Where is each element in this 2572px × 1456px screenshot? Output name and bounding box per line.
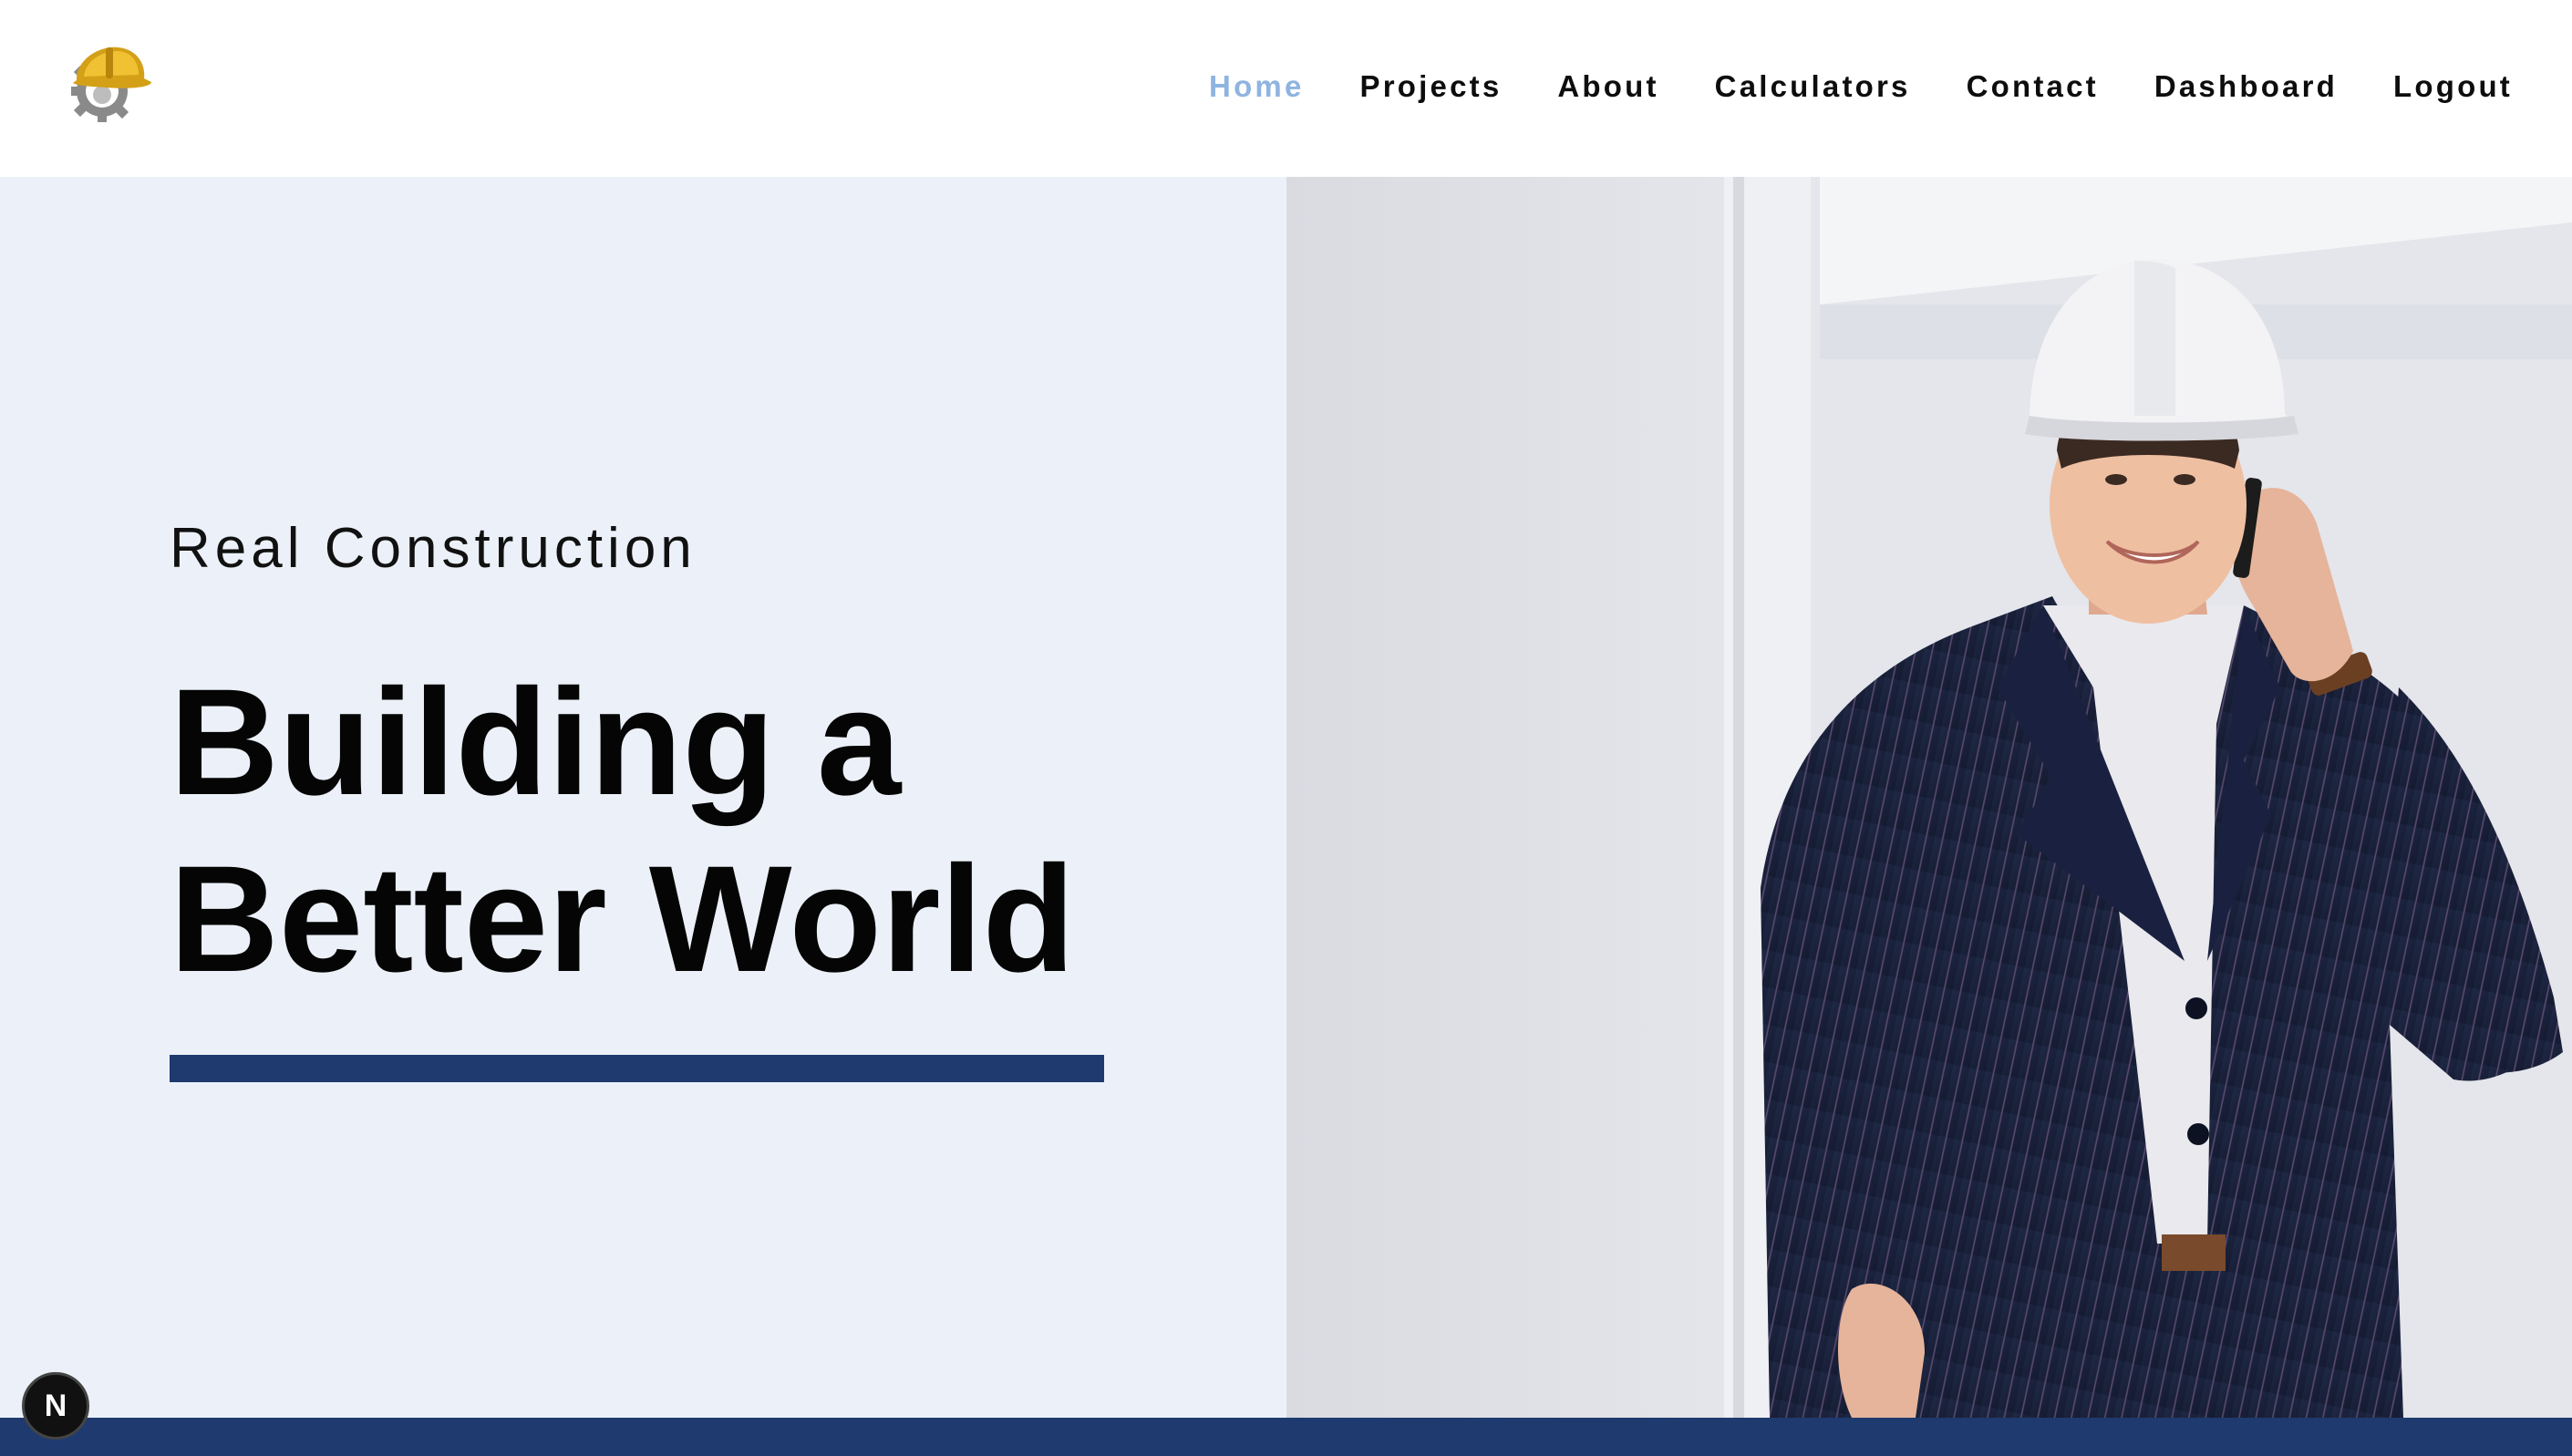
nav-calculators-link[interactable]: Calculators xyxy=(1715,69,1911,104)
hero-headline: Building a Better World xyxy=(170,655,1075,1008)
hardhat-gear-logo-icon[interactable] xyxy=(64,40,155,131)
nav-about-link[interactable]: About xyxy=(1557,69,1658,104)
nav-projects-link[interactable]: Projects xyxy=(1360,69,1503,104)
nav-contact-link[interactable]: Contact xyxy=(1967,69,2099,104)
nav-dashboard-link[interactable]: Dashboard xyxy=(2154,69,2338,104)
headline-underline-bar xyxy=(170,1055,1104,1082)
main-nav: Home Projects About Calculators Contact … xyxy=(1153,0,2513,173)
top-navbar: Home Projects About Calculators Contact … xyxy=(0,0,2572,177)
nav-logout-link[interactable]: Logout xyxy=(2393,69,2513,104)
hero-headline-line-1: Building a xyxy=(170,658,902,827)
nextjs-dev-indicator-icon[interactable]: N xyxy=(22,1372,89,1440)
hero-headline-line-2: Better World xyxy=(170,835,1076,1004)
hero-eyebrow: Real Construction xyxy=(170,517,697,580)
nav-home-link[interactable]: Home xyxy=(1209,69,1305,104)
engineer-with-hardhat-on-phone-photo xyxy=(1286,177,2572,1418)
bottom-accent-strip xyxy=(0,1418,2572,1456)
